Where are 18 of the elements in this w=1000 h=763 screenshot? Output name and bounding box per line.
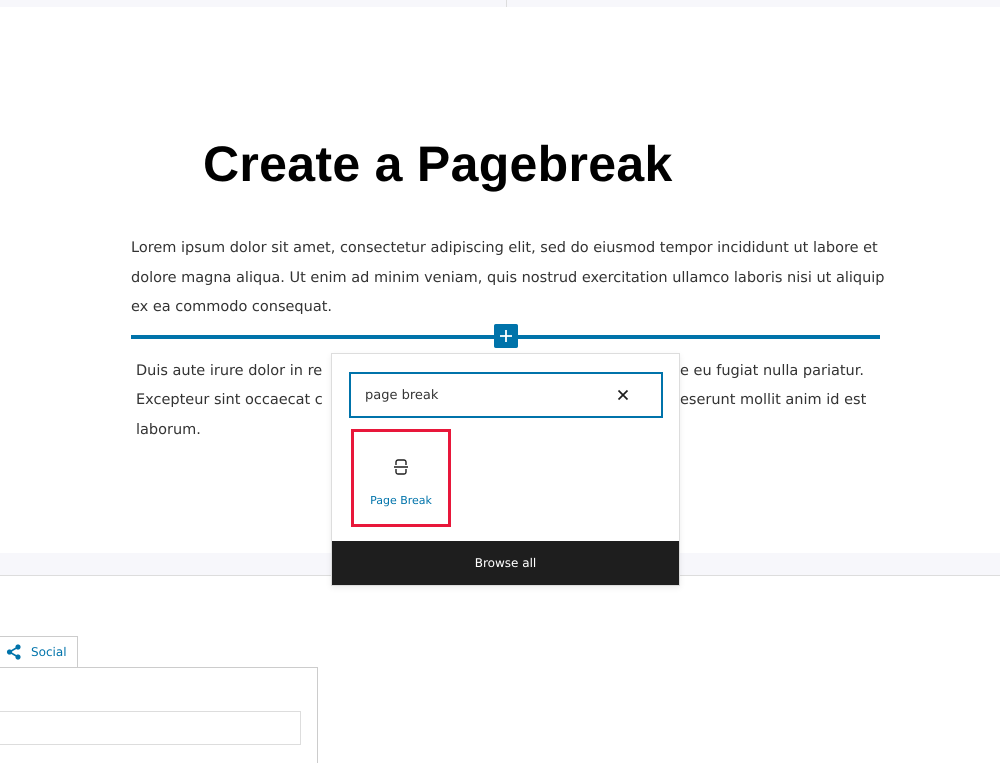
search-value: page break: [365, 388, 438, 402]
paragraph-line: laborum.: [136, 420, 201, 440]
add-block-button[interactable]: [494, 324, 518, 348]
plus-icon: [499, 328, 513, 342]
share-icon: [6, 644, 22, 660]
browse-all-button[interactable]: Browse all: [332, 541, 679, 585]
paragraph-line: Excepteur sint occaecat c: [136, 391, 323, 410]
page-break-icon: [393, 458, 409, 476]
tab[interactable]: Social: [0, 636, 78, 667]
paragraph: Lorem ipsum dolor sit amet, consectetur adipiscing elit, sed do eiusmod tempor incididunt ut labore et dolore magna aliqua. Ut enim ad minim veniam, quis nostrud exercitation ullamco laboris nisi ut aliquip ex ea commodo consequat.: [131, 239, 886, 317]
close-icon[interactable]: [617, 389, 629, 401]
paragraph-line: Duis aute irure dolor in re: [136, 362, 322, 380]
paragraph-line: e eu fugiat nulla pariatur.: [680, 362, 864, 380]
block-result[interactable]: Page Break: [351, 429, 451, 527]
post-title: Create a Pagebreak: [202, 135, 674, 194]
input-field[interactable]: [0, 711, 301, 745]
search-field[interactable]: page break: [349, 372, 663, 418]
paragraph-line: eserunt mollit anim id est: [680, 391, 866, 410]
